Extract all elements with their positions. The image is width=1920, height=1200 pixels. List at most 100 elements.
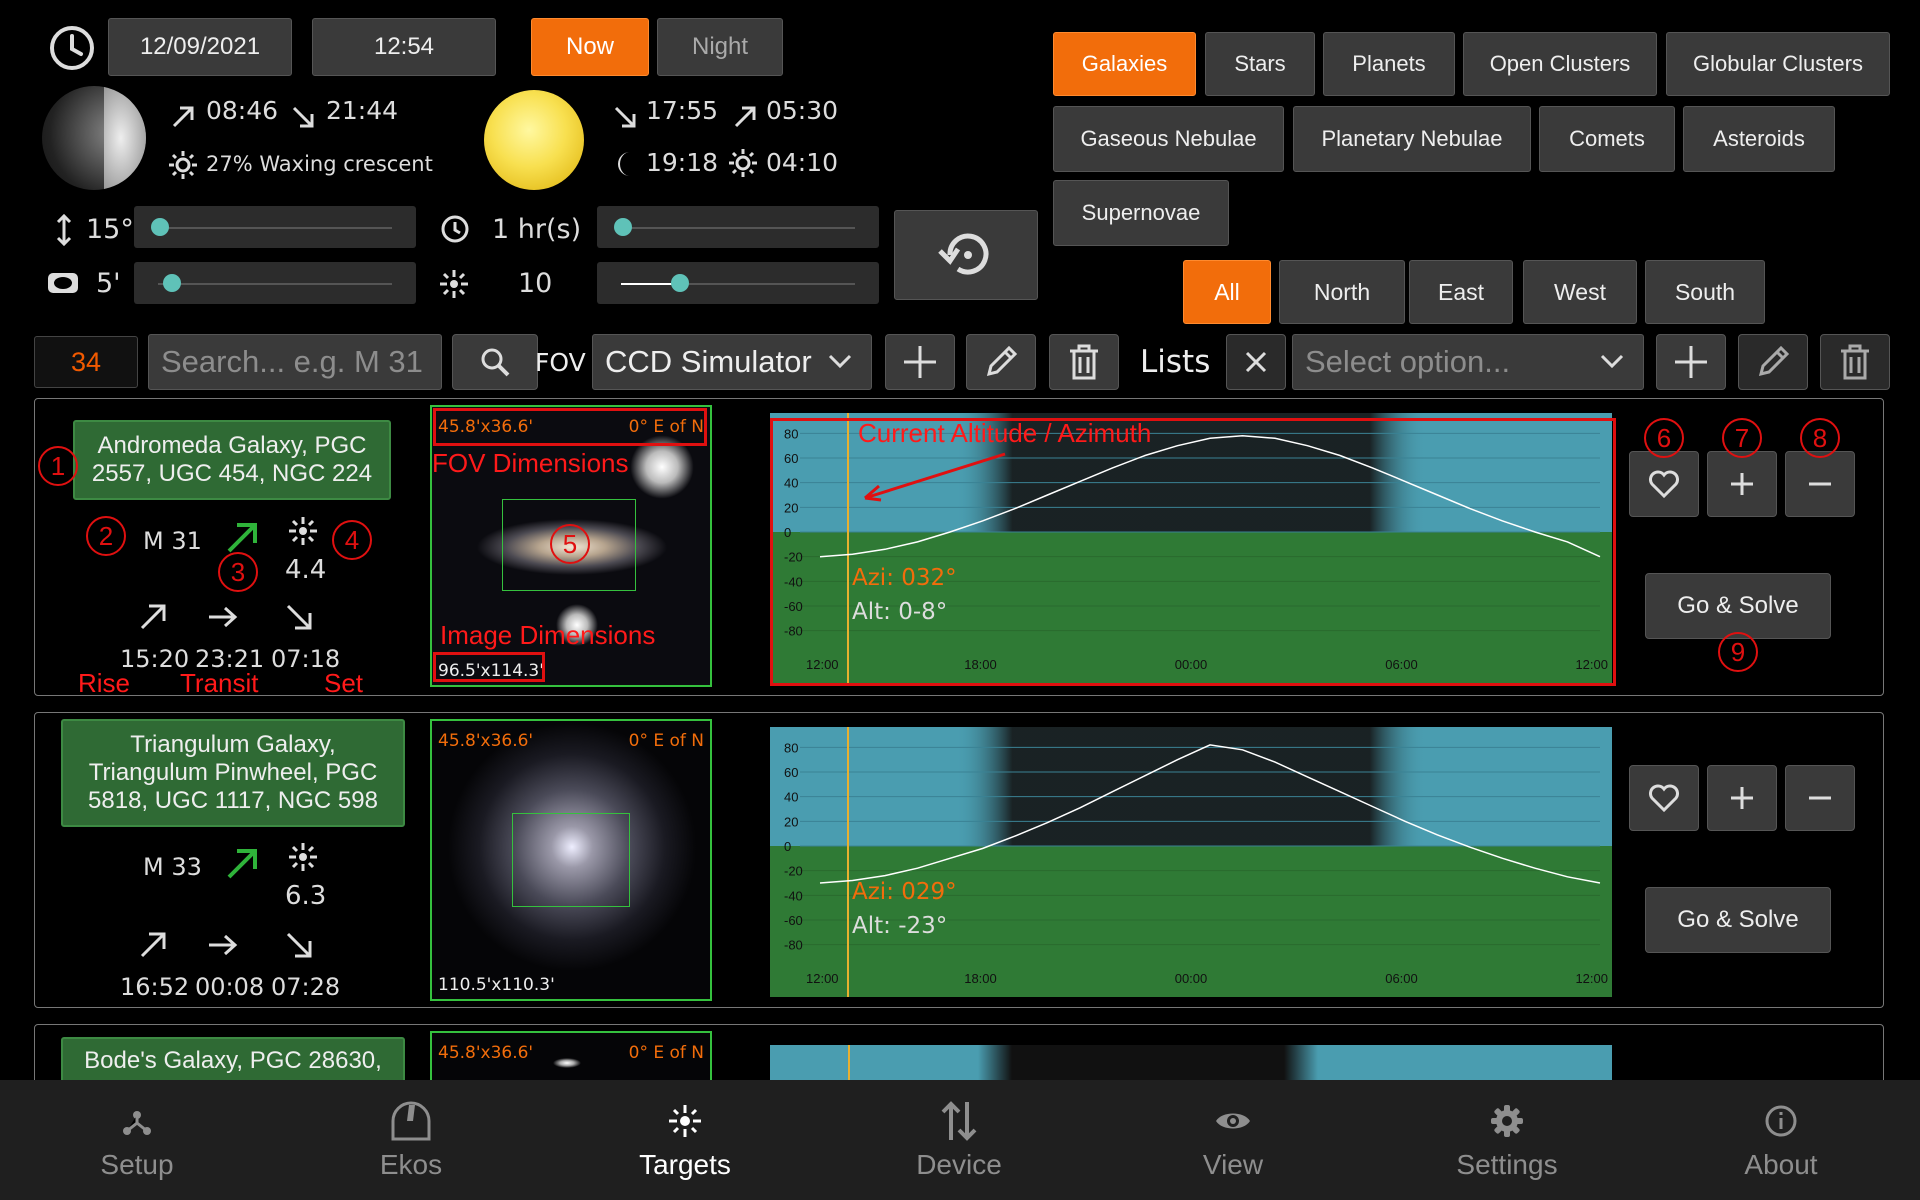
moon-phase: 27% Waxing crescent bbox=[206, 152, 433, 176]
sunrise-time: 05:30 bbox=[766, 96, 839, 125]
minus-icon bbox=[1809, 482, 1831, 486]
list-delete-button[interactable] bbox=[1820, 334, 1890, 390]
fov-label: FOV bbox=[535, 348, 586, 377]
annotation-fov-dimensions: FOV Dimensions bbox=[432, 448, 629, 478]
annotation-set: Set bbox=[324, 668, 364, 698]
sun-dawn-icon bbox=[728, 148, 758, 182]
category-comets-button[interactable]: Comets bbox=[1539, 106, 1675, 172]
direction-all-button[interactable]: All bbox=[1183, 260, 1271, 324]
category-supernovae-button[interactable]: Supernovae bbox=[1053, 180, 1229, 246]
favorite-button[interactable] bbox=[1629, 765, 1699, 831]
category-globular-clusters-button[interactable]: Globular Clusters bbox=[1666, 32, 1890, 96]
target-name-button[interactable]: Triangulum Galaxy, Triangulum Pinwheel, … bbox=[61, 719, 405, 827]
nav-targets-label: Targets bbox=[639, 1149, 731, 1180]
set-time: 07:28 bbox=[271, 973, 341, 1001]
dawn-time: 04:10 bbox=[766, 148, 839, 177]
nav-device-label: Device bbox=[916, 1149, 1002, 1180]
remove-from-list-button[interactable] bbox=[1785, 451, 1855, 517]
info-icon bbox=[1765, 1105, 1797, 1137]
time-field[interactable]: 12:54 bbox=[312, 18, 496, 76]
fov-add-button[interactable] bbox=[885, 334, 955, 390]
list-edit-button[interactable] bbox=[1738, 334, 1808, 390]
lists-label: Lists bbox=[1140, 344, 1211, 380]
remove-from-list-button[interactable] bbox=[1785, 765, 1855, 831]
altitude-slider[interactable] bbox=[134, 206, 416, 248]
chevron-down-icon bbox=[828, 354, 852, 369]
moon-crescent-icon bbox=[612, 150, 640, 182]
annotation-arrow bbox=[864, 452, 1006, 502]
annotation-number: 9 bbox=[1718, 632, 1758, 672]
nav-ekos[interactable]: Ekos bbox=[274, 1080, 548, 1200]
nav-about[interactable]: About bbox=[1644, 1080, 1918, 1200]
reset-filters-button[interactable] bbox=[894, 210, 1038, 300]
duration-slider[interactable] bbox=[597, 206, 879, 248]
trash-icon bbox=[1841, 344, 1869, 380]
nav-targets[interactable]: Targets bbox=[548, 1080, 822, 1200]
annotation-fov-outline bbox=[433, 408, 707, 446]
heart-icon bbox=[1649, 784, 1679, 812]
size-value: 5' bbox=[96, 268, 121, 299]
go-solve-button[interactable]: Go & Solve bbox=[1645, 887, 1831, 953]
y-tick-label: 80 bbox=[784, 740, 798, 755]
category-asteroids-button[interactable]: Asteroids bbox=[1683, 106, 1835, 172]
night-button[interactable]: Night bbox=[657, 18, 783, 76]
transit-icon bbox=[209, 606, 238, 628]
go-solve-button[interactable]: Go & Solve bbox=[1645, 573, 1831, 639]
category-gaseous-nebulae-button[interactable]: Gaseous Nebulae bbox=[1053, 106, 1284, 172]
chevron-down-icon bbox=[1600, 354, 1624, 369]
lists-select[interactable]: Select option... bbox=[1292, 334, 1644, 390]
target-card[interactable]: Triangulum Galaxy, Triangulum Pinwheel, … bbox=[34, 712, 1884, 1008]
annotation-number: 7 bbox=[1722, 418, 1762, 458]
list-add-button[interactable] bbox=[1656, 334, 1726, 390]
favorite-button[interactable] bbox=[1629, 451, 1699, 517]
direction-south-button[interactable]: South bbox=[1645, 260, 1765, 324]
rising-arrow-icon bbox=[227, 849, 257, 879]
nav-about-label: About bbox=[1744, 1149, 1818, 1180]
nav-device[interactable]: Device bbox=[822, 1080, 1096, 1200]
plus-icon bbox=[904, 346, 936, 378]
direction-north-button[interactable]: North bbox=[1279, 260, 1405, 324]
sunset-icon bbox=[612, 104, 638, 134]
category-open-clusters-button[interactable]: Open Clusters bbox=[1463, 32, 1657, 96]
now-button[interactable]: Now bbox=[531, 18, 649, 76]
altitude-plot[interactable]: 80 60 40 20 0 -20 -40 -60 -80 12:00 18:00 00:00 06:0… bbox=[770, 727, 1612, 997]
category-planetary-nebulae-button[interactable]: Planetary Nebulae bbox=[1293, 106, 1531, 172]
target-name-button[interactable]: Andromeda Galaxy, PGC 2557, UGC 454, NGC… bbox=[73, 420, 391, 500]
nav-setup[interactable]: Setup bbox=[0, 1080, 274, 1200]
nav-view[interactable]: View bbox=[1096, 1080, 1370, 1200]
size-slider[interactable] bbox=[134, 262, 416, 304]
category-planets-button[interactable]: Planets bbox=[1323, 32, 1455, 96]
heart-icon bbox=[1649, 470, 1679, 498]
fov-delete-button[interactable] bbox=[1049, 334, 1119, 390]
targets-icon bbox=[669, 1105, 701, 1137]
rising-arrow-icon bbox=[227, 523, 257, 553]
dusk-time: 19:18 bbox=[646, 148, 719, 177]
nav-ekos-label: Ekos bbox=[379, 1149, 443, 1180]
sunset-time: 17:55 bbox=[646, 96, 719, 125]
fov-select[interactable]: CCD Simulator bbox=[592, 334, 872, 390]
nav-settings-label: Settings bbox=[1456, 1149, 1558, 1180]
reset-icon bbox=[938, 233, 989, 275]
direction-west-button[interactable]: West bbox=[1523, 260, 1637, 324]
search-button[interactable] bbox=[452, 334, 538, 390]
fov-edit-button[interactable] bbox=[966, 334, 1036, 390]
lists-clear-button[interactable] bbox=[1226, 334, 1286, 390]
add-to-list-button[interactable] bbox=[1707, 451, 1777, 517]
target-name: Triangulum Galaxy, Triangulum Pinwheel, … bbox=[88, 731, 378, 814]
category-galaxies-button[interactable]: Galaxies bbox=[1053, 32, 1196, 96]
magnitude-slider[interactable] bbox=[597, 262, 879, 304]
target-image[interactable]: 45.8'x36.6' 0° E of N 110.5'x110.3' bbox=[430, 719, 712, 1001]
add-to-list-button[interactable] bbox=[1707, 765, 1777, 831]
direction-east-button[interactable]: East bbox=[1409, 260, 1513, 324]
category-stars-button[interactable]: Stars bbox=[1205, 32, 1315, 96]
transit-time: 00:08 bbox=[195, 973, 265, 1001]
y-tick-label: 40 bbox=[784, 790, 798, 805]
date-field[interactable]: 12/09/2021 bbox=[108, 18, 292, 76]
rise-time: 15:20 bbox=[120, 645, 190, 673]
clock-icon bbox=[48, 24, 96, 72]
search-input[interactable]: Search... e.g. M 31 bbox=[148, 334, 442, 390]
nav-settings[interactable]: Settings bbox=[1370, 1080, 1644, 1200]
result-count-text: 34 bbox=[70, 346, 102, 377]
search-icon bbox=[481, 348, 510, 377]
moonset-icon bbox=[290, 104, 316, 134]
